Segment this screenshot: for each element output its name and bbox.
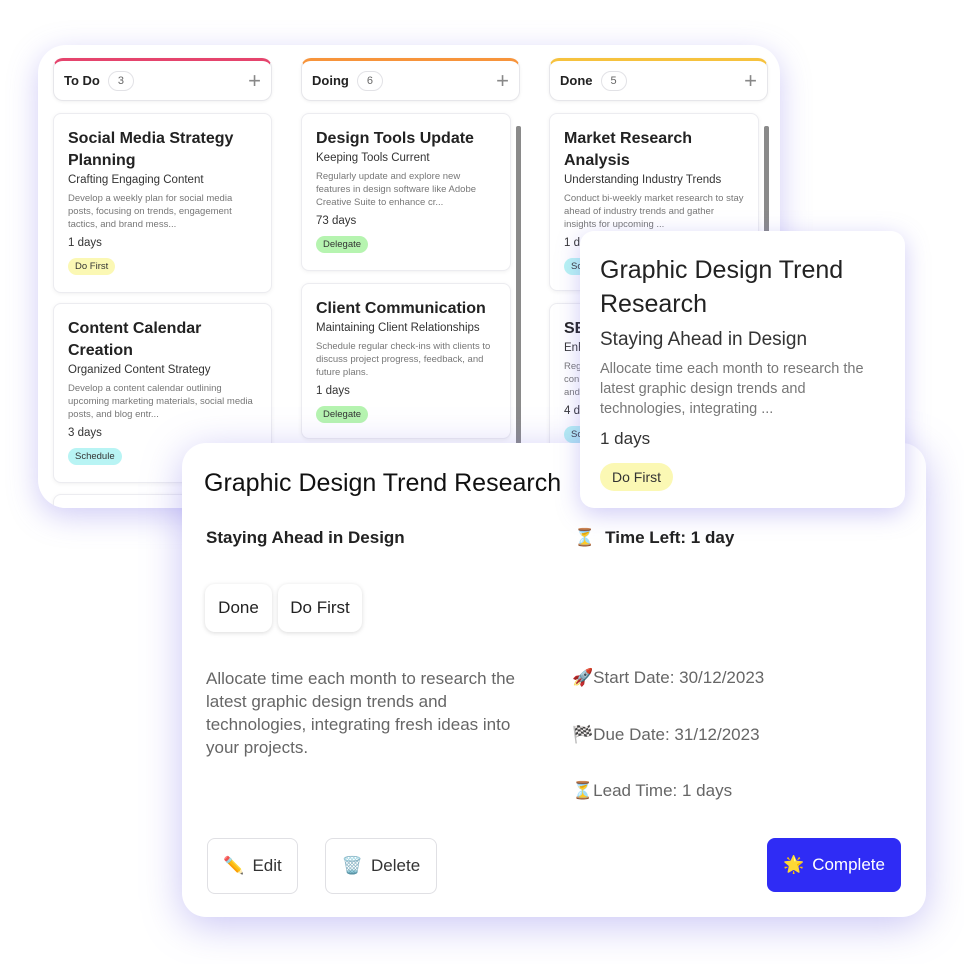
column-header: Done 5 +	[549, 58, 768, 101]
task-detail-modal: Graphic Design Trend Research Staying Ah…	[182, 443, 926, 917]
edit-label: Edit	[252, 856, 282, 875]
hover-card-subtitle: Staying Ahead in Design	[600, 329, 808, 350]
task-card[interactable]: Client Communication Maintaining Client …	[301, 283, 511, 439]
card-subtitle: Understanding Industry Trends	[564, 174, 722, 186]
add-card-icon[interactable]: +	[744, 68, 757, 94]
column-count: 6	[356, 70, 383, 91]
card-description: Develop a weekly plan for social media p…	[68, 193, 233, 230]
hourglass-icon: ⏳	[574, 528, 596, 547]
complete-label: Complete	[812, 855, 885, 874]
column-todo: To Do 3 + Social Media Strategy Planning…	[53, 58, 272, 508]
priority-tag: Schedule	[68, 448, 122, 465]
lead-time: ⏳Lead Time: 1 days	[572, 781, 732, 801]
column-count: 3	[107, 70, 134, 91]
card-days: 1 days	[316, 385, 350, 397]
start-date-text: Start Date: 30/12/2023	[593, 668, 765, 687]
pencil-icon: ✏️	[223, 856, 245, 875]
card-days: 73 days	[316, 215, 357, 227]
column-header: To Do 3 +	[53, 58, 272, 101]
checkered-flag-icon: 🏁	[572, 725, 594, 744]
add-card-icon[interactable]: +	[248, 68, 261, 94]
hover-card-title: Graphic Design Trend Research	[600, 256, 844, 318]
due-date-text: Due Date: 31/12/2023	[593, 725, 760, 744]
hover-card-description: Allocate time each month to research the…	[600, 361, 864, 417]
card-days: 3 days	[68, 427, 102, 439]
column-done: Done 5 + Market Research Analysis Unders…	[549, 58, 769, 506]
card-title: Content Calendar Creation	[68, 320, 202, 359]
card-title: Client Communication	[316, 300, 486, 317]
card-description: Schedule regular check-ins with clients …	[316, 341, 491, 378]
delete-button[interactable]: 🗑️ Delete	[325, 838, 437, 894]
priority-tag: Delegate	[316, 406, 369, 423]
card-title: Social Media Strategy Planning	[68, 130, 234, 169]
rocket-icon: 🚀	[572, 668, 594, 687]
modal-subtitle: Staying Ahead in Design	[206, 528, 405, 547]
card-days: 1 days	[68, 237, 102, 249]
priority-button[interactable]: Do First	[278, 584, 362, 632]
time-left-text: Time Left: 1 day	[605, 528, 735, 547]
priority-tag: Delegate	[316, 236, 369, 253]
priority-tag: Do First	[68, 258, 116, 275]
column-title: To Do	[64, 73, 100, 88]
due-date: 🏁Due Date: 31/12/2023	[572, 725, 760, 745]
card-description: Regularly update and explore new feature…	[316, 171, 477, 208]
column-title: Done	[560, 73, 593, 88]
edit-button[interactable]: ✏️ Edit	[207, 838, 298, 894]
add-card-icon[interactable]: +	[496, 68, 509, 94]
complete-button[interactable]: 🌟 Complete	[767, 838, 901, 892]
hover-card-preview[interactable]: Graphic Design Trend Research Staying Ah…	[580, 231, 905, 508]
modal-title: Graphic Design Trend Research	[204, 469, 562, 497]
card-subtitle: Keeping Tools Current	[316, 152, 430, 164]
delete-label: Delete	[371, 856, 421, 875]
card-title: Market Research Analysis	[564, 130, 693, 169]
card-subtitle: Crafting Engaging Content	[68, 174, 204, 186]
task-card[interactable]: Social Media Strategy Planning Crafting …	[53, 113, 272, 293]
column-header: Doing 6 +	[301, 58, 520, 101]
card-subtitle: Maintaining Client Relationships	[316, 322, 480, 334]
priority-tag: Do First	[600, 463, 673, 491]
start-date: 🚀Start Date: 30/12/2023	[572, 668, 764, 688]
card-description: Develop a content calendar outlining upc…	[68, 383, 253, 420]
card-description: Conduct bi-weekly market research to sta…	[564, 193, 744, 230]
column-count: 5	[600, 70, 627, 91]
card-title: Design Tools Update	[316, 130, 474, 147]
lead-time-text: Lead Time: 1 days	[593, 781, 733, 800]
hover-card-days: 1 days	[600, 429, 651, 448]
time-left: ⏳ Time Left: 1 day	[574, 528, 734, 548]
modal-description: Allocate time each month to research the…	[206, 669, 515, 757]
task-card[interactable]: Design Tools Update Keeping Tools Curren…	[301, 113, 511, 271]
star-icon: 🌟	[783, 855, 805, 874]
hourglass-icon: ⏳	[572, 781, 594, 800]
trash-icon: 🗑️	[341, 856, 364, 875]
card-subtitle: Organized Content Strategy	[68, 364, 211, 376]
column-title: Doing	[312, 73, 349, 88]
status-button[interactable]: Done	[205, 584, 272, 632]
column-doing: Doing 6 + Design Tools Update Keeping To…	[301, 58, 521, 506]
